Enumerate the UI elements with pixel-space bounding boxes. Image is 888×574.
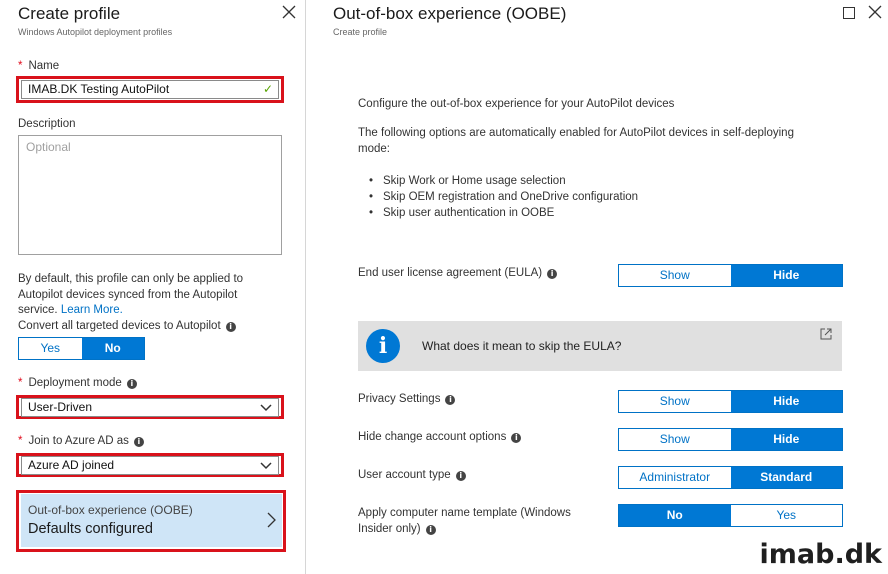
name-template-no-option[interactable]: No: [619, 505, 731, 526]
oobe-tile-value: Defaults configured: [28, 521, 153, 537]
description-field[interactable]: Optional: [18, 135, 282, 255]
checkmark-icon: ✓: [262, 82, 273, 96]
name-template-yes-option[interactable]: Yes: [730, 505, 842, 526]
eula-info-text: What does it mean to skip the EULA?: [422, 339, 622, 353]
close-icon[interactable]: [867, 4, 883, 20]
eula-info-banner[interactable]: i What does it mean to skip the EULA?: [358, 321, 842, 371]
standard-option[interactable]: Standard: [730, 467, 842, 488]
list-item: Skip user authentication in OOBE: [369, 205, 638, 221]
maximize-icon[interactable]: [843, 7, 855, 19]
blade-subtitle: Create profile: [333, 27, 388, 37]
info-icon[interactable]: i: [133, 437, 144, 447]
info-icon[interactable]: i: [455, 471, 466, 481]
learn-more-link[interactable]: Learn More.: [61, 304, 123, 316]
user-account-type-label: User account type i: [358, 467, 466, 483]
autopilot-info-text: By default, this profile can only be app…: [18, 273, 244, 316]
oobe-settings-tile[interactable]: Out-of-box experience (OOBE) Defaults co…: [21, 494, 282, 547]
privacy-hide-option[interactable]: Hide: [730, 391, 842, 412]
info-icon[interactable]: i: [225, 322, 236, 332]
deployment-mode-label: * Deployment mode i: [18, 377, 137, 389]
privacy-show-option[interactable]: Show: [619, 391, 731, 412]
name-template-label: Apply computer name template (Windows In…: [358, 507, 571, 535]
auto-enabled-text: The following options are automatically …: [358, 127, 794, 155]
chevron-down-icon: [260, 404, 272, 412]
description-label: Description: [18, 118, 76, 130]
blade-title: Out-of-box experience (OOBE): [333, 4, 567, 23]
join-label: * Join to Azure AD as i: [18, 435, 144, 447]
change-account-show-option[interactable]: Show: [619, 429, 731, 450]
deployment-mode-dropdown[interactable]: User-Driven: [21, 398, 279, 417]
convert-yes-option[interactable]: Yes: [19, 338, 82, 359]
eula-hide-option[interactable]: Hide: [730, 265, 842, 286]
change-account-toggle[interactable]: Show Hide: [618, 428, 843, 451]
eula-show-option[interactable]: Show: [619, 265, 731, 286]
chevron-down-icon: [260, 462, 272, 470]
info-icon[interactable]: i: [445, 395, 456, 405]
user-account-type-toggle[interactable]: Administrator Standard: [618, 466, 843, 489]
privacy-label: Privacy Settings i: [358, 391, 456, 407]
name-label: * Name: [18, 60, 60, 72]
change-account-label: Hide change account options i: [358, 429, 522, 445]
oobe-blade: Out-of-box experience (OOBE) Create prof…: [307, 0, 888, 574]
administrator-option[interactable]: Administrator: [619, 467, 731, 488]
list-item: Skip Work or Home usage selection: [369, 173, 638, 189]
create-profile-blade: Create profile Windows Autopilot deploym…: [0, 0, 306, 574]
privacy-toggle[interactable]: Show Hide: [618, 390, 843, 413]
blade-subtitle: Windows Autopilot deployment profiles: [18, 27, 173, 37]
close-icon[interactable]: [281, 4, 297, 20]
info-circle-icon: i: [366, 329, 400, 363]
external-link-icon[interactable]: [820, 328, 832, 340]
info-icon[interactable]: i: [126, 379, 137, 389]
join-dropdown[interactable]: Azure AD joined: [21, 456, 279, 475]
blade-title: Create profile: [18, 4, 121, 23]
info-icon[interactable]: i: [547, 269, 558, 279]
change-account-hide-option[interactable]: Hide: [730, 429, 842, 450]
chevron-right-icon: [267, 512, 276, 528]
eula-label: End user license agreement (EULA) i: [358, 265, 558, 281]
convert-label: Convert all targeted devices to Autopilo…: [18, 320, 236, 332]
auto-enabled-list: Skip Work or Home usage selection Skip O…: [369, 173, 638, 221]
info-icon[interactable]: i: [425, 525, 436, 535]
list-item: Skip OEM registration and OneDrive confi…: [369, 189, 638, 205]
info-icon[interactable]: i: [511, 433, 522, 443]
name-input[interactable]: IMAB.DK Testing AutoPilot ✓: [21, 80, 279, 99]
watermark-logo: imab.dk: [759, 539, 882, 570]
oobe-tile-title: Out-of-box experience (OOBE): [28, 503, 193, 517]
convert-no-option[interactable]: No: [81, 338, 144, 359]
eula-toggle[interactable]: Show Hide: [618, 264, 843, 287]
intro-text: Configure the out-of-box experience for …: [358, 98, 675, 110]
name-template-toggle[interactable]: No Yes: [618, 504, 843, 527]
convert-toggle[interactable]: Yes No: [18, 337, 145, 360]
